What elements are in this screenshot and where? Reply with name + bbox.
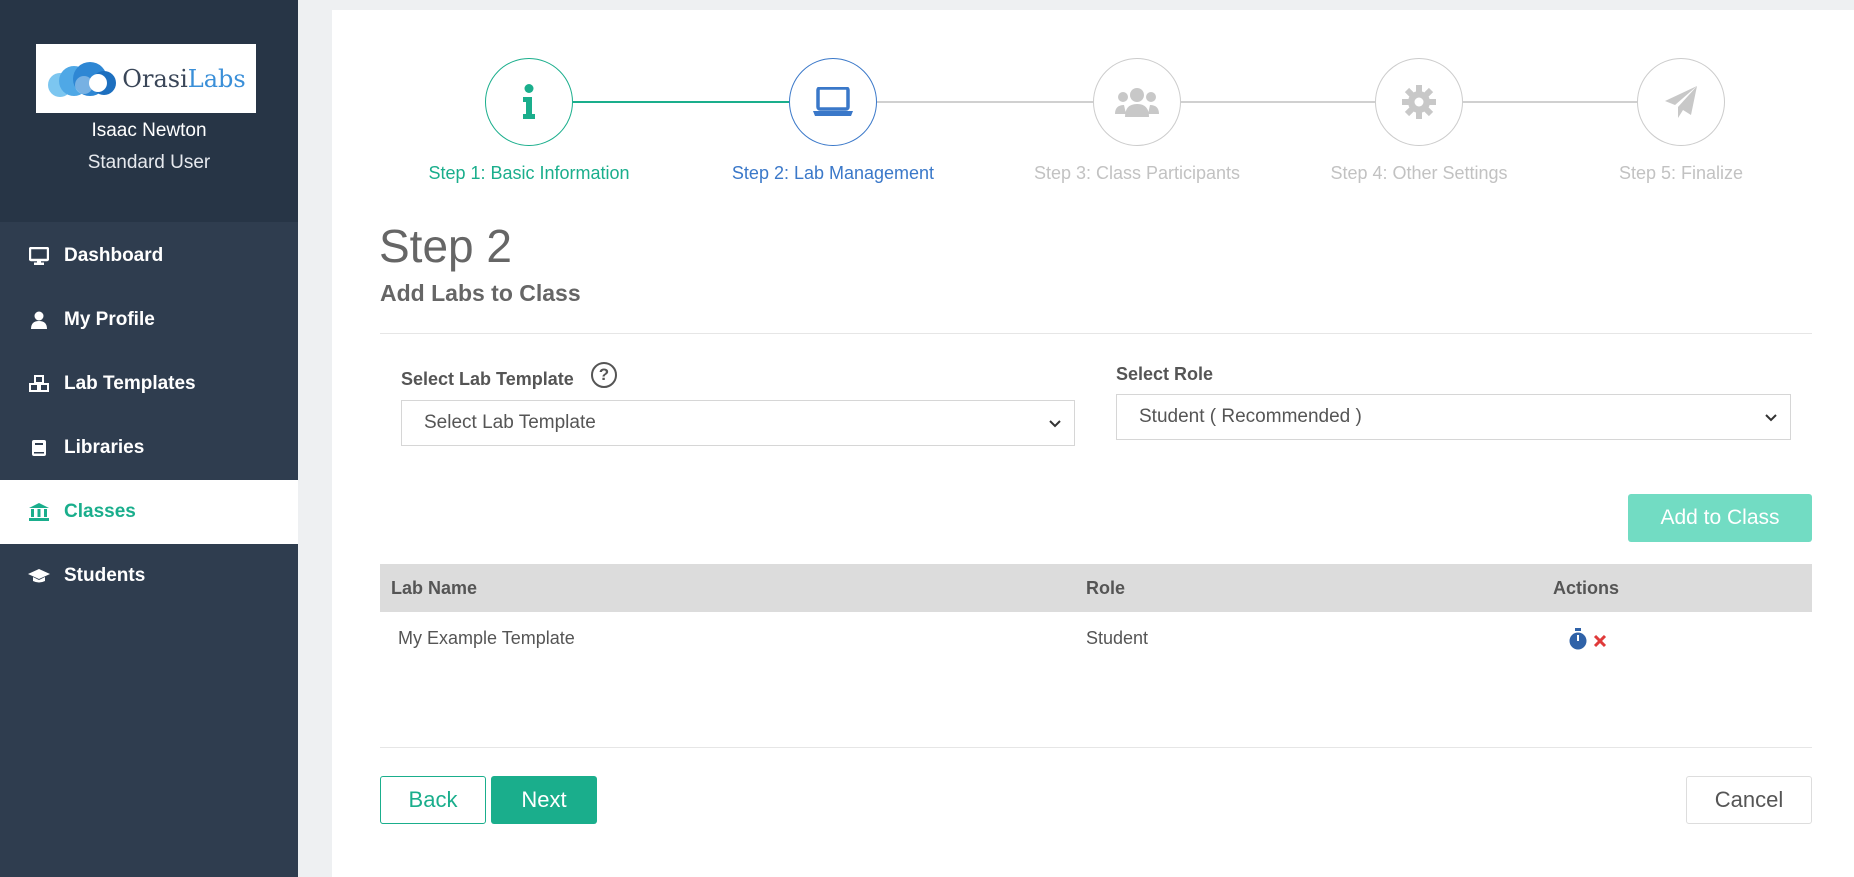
column-header-role[interactable]: Role xyxy=(1086,564,1125,612)
step-connector-3 xyxy=(1181,101,1375,103)
delete-icon[interactable] xyxy=(1593,632,1607,653)
step-3-circle[interactable] xyxy=(1093,58,1181,146)
column-header-actions: Actions xyxy=(1553,578,1620,598)
step-connector-4 xyxy=(1463,101,1637,103)
gear-icon xyxy=(1402,85,1436,119)
logo-text-part2: Labs xyxy=(187,64,246,93)
lab-template-select-value: Select Lab Template xyxy=(424,412,596,433)
step-5-label[interactable]: Step 5: Finalize xyxy=(1561,163,1801,184)
step-4-label[interactable]: Step 4: Other Settings xyxy=(1299,163,1539,184)
step-1-circle[interactable] xyxy=(485,58,573,146)
lab-template-label: Select Lab Template xyxy=(401,369,574,389)
bank-icon xyxy=(28,501,50,523)
sidebar-item-label: Students xyxy=(64,565,146,586)
sidebar-item-label: My Profile xyxy=(64,309,155,330)
divider xyxy=(380,747,1812,748)
table-header: Lab Name Role Actions xyxy=(380,564,1812,612)
info-icon xyxy=(523,84,535,119)
chevron-down-icon xyxy=(1765,414,1777,422)
cloud-logo-icon xyxy=(48,61,117,97)
graduation-cap-icon xyxy=(28,565,50,587)
chevron-down-icon xyxy=(1049,420,1061,428)
stopwatch-icon[interactable] xyxy=(1568,628,1588,655)
cancel-button[interactable]: Cancel xyxy=(1686,776,1812,824)
cell-lab-name: My Example Template xyxy=(398,628,575,648)
sidebar-item-libraries[interactable]: Libraries xyxy=(0,416,298,480)
logo-text: OrasiLabs xyxy=(122,65,245,93)
cubes-icon xyxy=(28,373,50,395)
sidebar-item-students[interactable]: Students xyxy=(0,544,298,608)
step-2-label[interactable]: Step 2: Lab Management xyxy=(713,163,953,184)
role-select[interactable]: Student ( Recommended ) xyxy=(1116,394,1791,440)
sidebar-item-label: Lab Templates xyxy=(64,373,196,394)
step-connector-1 xyxy=(573,101,789,103)
user-role: Standard User xyxy=(87,152,211,173)
column-header-lab-name[interactable]: Lab Name xyxy=(391,564,477,612)
step-connector-2 xyxy=(877,101,1093,103)
paper-plane-icon xyxy=(1665,86,1697,118)
user-name: Isaac Newton xyxy=(91,120,207,141)
logo-text-part1: Orasi xyxy=(122,64,188,93)
sidebar-item-label: Classes xyxy=(64,501,136,522)
table-row: My Example Template Student xyxy=(380,614,1812,662)
users-icon xyxy=(1115,88,1159,117)
page-title: Step 2 xyxy=(379,220,512,272)
logo[interactable]: OrasiLabs xyxy=(36,44,256,113)
next-button[interactable]: Next xyxy=(491,776,597,824)
step-1-label[interactable]: Step 1: Basic Information xyxy=(409,163,649,184)
book-icon xyxy=(28,437,50,459)
role-select-value: Student ( Recommended ) xyxy=(1139,406,1362,427)
help-icon[interactable]: ? xyxy=(591,362,617,388)
step-4-circle[interactable] xyxy=(1375,58,1463,146)
back-button[interactable]: Back xyxy=(380,776,486,824)
sidebar-item-label: Dashboard xyxy=(64,245,164,266)
cell-role: Student xyxy=(1086,628,1149,648)
sidebar-item-lab-templates[interactable]: Lab Templates xyxy=(0,352,298,416)
page-subtitle: Add Labs to Class xyxy=(380,280,581,306)
laptop-icon xyxy=(813,87,853,116)
divider xyxy=(380,333,1812,334)
sidebar-item-dashboard[interactable]: Dashboard xyxy=(0,224,298,288)
sidebar: OrasiLabs Isaac Newton Standard User Das… xyxy=(0,0,298,877)
user-icon xyxy=(28,309,50,331)
role-label: Select Role xyxy=(1116,364,1214,384)
lab-template-select[interactable]: Select Lab Template xyxy=(401,400,1075,446)
sidebar-item-classes[interactable]: Classes xyxy=(0,480,298,544)
add-to-class-button[interactable]: Add to Class xyxy=(1628,494,1812,542)
sidebar-item-label: Libraries xyxy=(64,437,145,458)
monitor-icon xyxy=(28,245,50,267)
step-2-circle[interactable] xyxy=(789,58,877,146)
sidebar-item-my-profile[interactable]: My Profile xyxy=(0,288,298,352)
profile-panel: OrasiLabs Isaac Newton Standard User xyxy=(0,0,298,222)
step-5-circle[interactable] xyxy=(1637,58,1725,146)
step-3-label[interactable]: Step 3: Class Participants xyxy=(1017,163,1257,184)
